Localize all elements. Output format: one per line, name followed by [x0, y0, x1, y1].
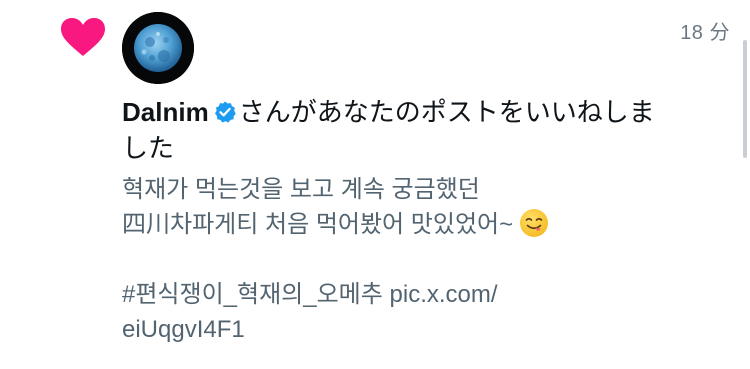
like-notification[interactable]: 18 分 Dalnim さんがあなたのポストをいいねしま した 혁재가 먹는것을… [0, 0, 750, 369]
verified-badge-icon [214, 101, 236, 123]
post-text-line-4: eiUqgvI4F1 [122, 316, 245, 343]
scrollbar[interactable] [743, 40, 747, 158]
notification-action-text: Dalnim さんがあなたのポストをいいねしま した [122, 94, 722, 166]
avatar[interactable] [122, 12, 194, 84]
moon-avatar-image [122, 12, 194, 84]
face-savoring-food-emoji [520, 209, 549, 237]
post-preview[interactable]: 혁재가 먹는것을 보고 계속 궁금했던 四川차파게티 처음 먹어봤어 맛있었어~ [122, 172, 722, 347]
post-text-line-3: #편식쟁이_혁재의_오메추 pic.x.com/ [122, 281, 498, 308]
timestamp: 18 分 [680, 22, 730, 44]
action-text-line-1: さんがあなたのポストをいいねしま [238, 97, 655, 127]
post-text-line-2-text: 四川차파게티 처음 먹어봤어 맛있었어~ [122, 211, 514, 238]
post-text-line-1: 혁재가 먹는것을 보고 계속 궁금했던 [122, 176, 480, 203]
post-text-line-2: 四川차파게티 처음 먹어봤어 맛있었어~ [122, 207, 722, 242]
notification-content: Dalnim さんがあなたのポストをいいねしま した 혁재가 먹는것을 보고 계… [122, 94, 722, 347]
heart-icon [61, 18, 105, 56]
user-display-name[interactable]: Dalnim [122, 97, 209, 127]
action-text-line-2: した [122, 133, 175, 163]
